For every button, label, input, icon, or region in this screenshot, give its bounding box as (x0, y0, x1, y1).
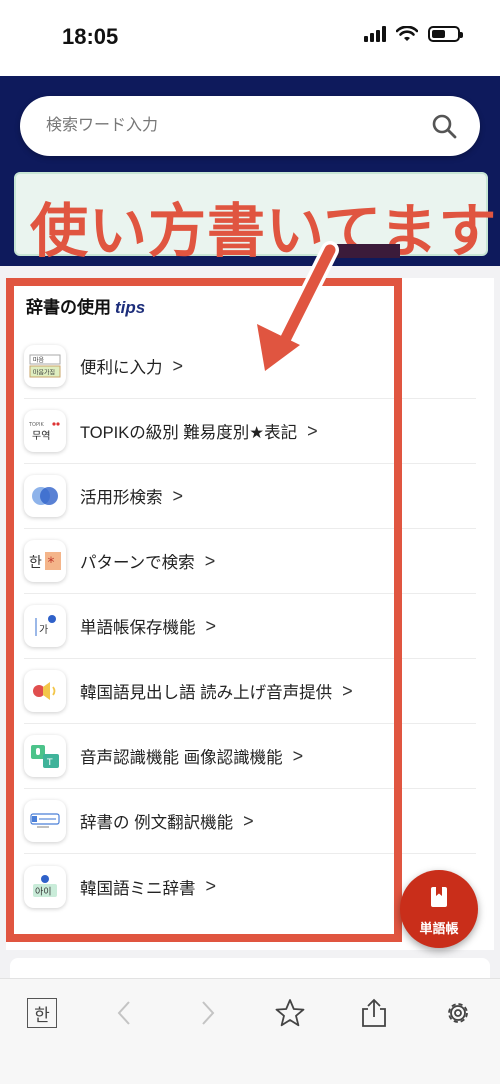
favorite-button[interactable] (272, 995, 308, 1031)
card-title-text: 辞書の使用 (26, 298, 111, 317)
svg-text:가: 가 (39, 624, 48, 636)
chevron-left-icon (117, 1001, 130, 1025)
star-icon (275, 999, 305, 1027)
tip-item-translate[interactable]: 辞書の 例文翻訳機能 > (24, 789, 476, 854)
tip-label: 韓国語見出し語 読み上げ音声提供 (80, 684, 333, 702)
search-input[interactable] (46, 114, 406, 138)
wordbook-save-icon: 가 (24, 605, 66, 647)
tip-item-audio[interactable]: 韓国語見出し語 読み上げ音声提供 > (24, 659, 476, 724)
bottom-nav: 한 (0, 978, 500, 1084)
voice-image-recognition-icon: T (24, 735, 66, 777)
hangul-icon: 한 (27, 998, 57, 1028)
tip-label: 活用形検索 (80, 489, 163, 507)
svg-text:*: * (48, 555, 55, 571)
tip-item-wordbook[interactable]: 가 単語帳保存機能 > (24, 594, 476, 659)
svg-text:무역: 무역 (32, 430, 50, 442)
tip-label: 韓国語ミニ辞書 (80, 879, 196, 898)
svg-text:마음가짐: 마음가짐 (33, 369, 55, 377)
tip-item-pattern[interactable]: 한 * パターンで検索 > (24, 529, 476, 594)
chevron-right-icon: > (172, 355, 184, 376)
tip-item-input[interactable]: 마음 마음가짐 便利に入力 > (24, 334, 476, 399)
search-icon[interactable] (430, 112, 458, 140)
tip-label: 辞書の 例文翻訳機能 (80, 814, 234, 832)
svg-text:아이: 아이 (35, 886, 52, 897)
wifi-icon (396, 26, 418, 41)
status-time: 18:05 (62, 24, 119, 49)
status-icons (364, 26, 463, 42)
chevron-right-icon: > (205, 876, 217, 896)
search-bar[interactable] (20, 96, 480, 156)
gear-icon (448, 1003, 468, 1023)
status-bar: 18:05 (0, 0, 500, 76)
chevron-right-icon: > (205, 615, 217, 636)
speaker-icon (24, 670, 66, 712)
card-title-accent: tips (115, 298, 146, 317)
svg-text:마음: 마음 (33, 356, 45, 364)
card-title: 辞書の使用 tips (26, 293, 145, 318)
chevron-right-icon: > (307, 420, 318, 441)
chevron-right-icon: > (243, 810, 254, 831)
battery-icon (428, 26, 463, 42)
hangul-keyboard-button[interactable]: 한 (24, 995, 60, 1031)
chevron-right-icon: > (172, 485, 184, 506)
svg-text:T: T (46, 758, 53, 768)
tip-label: パターンで検索 (80, 554, 195, 572)
tip-item-conjugation[interactable]: 活用形検索 > (24, 464, 476, 529)
settings-button[interactable] (440, 995, 476, 1031)
share-button[interactable] (356, 995, 392, 1031)
banner-image (332, 244, 400, 258)
tip-label: TOPIKの級別 難易度別★表記 (80, 424, 298, 442)
tip-item-recognition[interactable]: T 音声認識機能 画像認識機能 > (24, 724, 476, 789)
tip-label: 単語帳保存機能 (80, 619, 196, 637)
chevron-right-icon: > (204, 550, 216, 571)
forward-button[interactable] (190, 995, 226, 1031)
tip-item-topik[interactable]: TOPIK 무역 TOPIKの級別 難易度別★表記 > (24, 399, 476, 464)
annotation-caption: 使い方書いてます (30, 199, 498, 264)
cellular-signal-icon (364, 26, 386, 42)
chevron-right-icon: > (292, 745, 304, 766)
keyboard-input-icon: 마음 마음가짐 (24, 345, 66, 387)
tip-label: 音声認識機能 画像認識機能 (80, 749, 283, 767)
tip-label: 便利に入力 (80, 359, 163, 377)
conjugation-search-icon (24, 475, 66, 517)
svg-text:한: 한 (29, 555, 42, 571)
next-card-edge (10, 958, 490, 978)
wordbook-label: 単語帳 (419, 921, 459, 936)
back-button[interactable] (106, 995, 142, 1031)
tip-list: 마음 마음가짐 便利に入力 > TOPIK 무역 TOPIKの級別 難易度別★表… (24, 334, 476, 919)
bookmark-icon (431, 887, 447, 907)
svg-text:TOPIK: TOPIK (28, 422, 44, 428)
translate-icon (24, 800, 66, 842)
pattern-search-icon: 한 * (24, 540, 66, 582)
wordbook-button[interactable]: 単語帳 (400, 870, 478, 948)
topik-level-icon: TOPIK 무역 (24, 410, 66, 452)
chevron-right-icon (202, 1001, 215, 1025)
mini-dictionary-icon: 아이 (24, 865, 66, 908)
promo-banner[interactable]: 使い方書いてます (14, 172, 496, 264)
share-icon (362, 998, 386, 1027)
chevron-right-icon: > (342, 680, 353, 701)
